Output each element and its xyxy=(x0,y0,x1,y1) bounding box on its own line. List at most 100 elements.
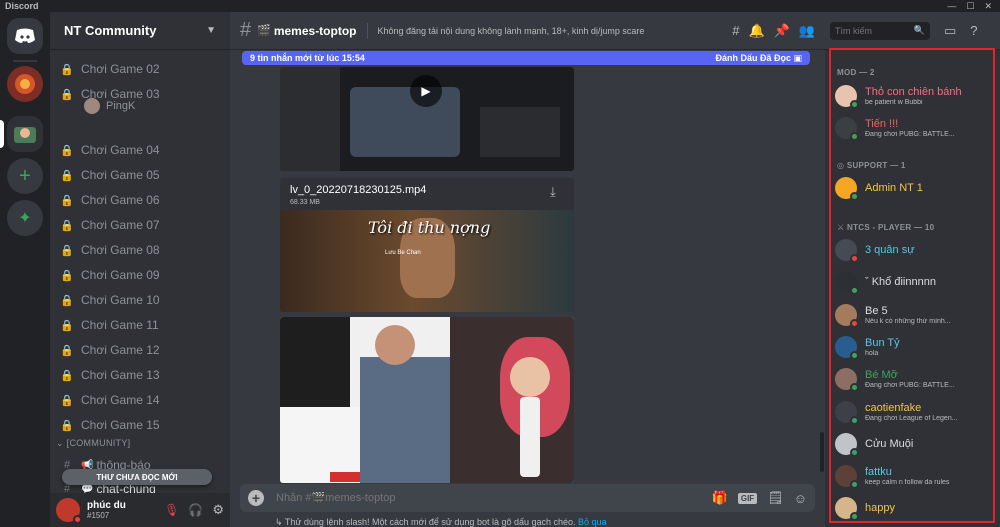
avatar xyxy=(835,497,859,521)
attachment-filename[interactable]: lv_0_20220718230125.mp4 xyxy=(290,184,426,196)
server-icon-nt-community[interactable] xyxy=(7,116,43,152)
channel-label: Chơi Game 04 xyxy=(81,143,160,157)
play-icon: ▶ xyxy=(421,84,431,98)
slash-icon: ↳ xyxy=(275,517,285,527)
video-caption: Lưu Be Chan xyxy=(385,250,421,256)
new-messages-text: 9 tin nhắn mới từ lúc 15:54 xyxy=(250,53,365,63)
channel-item[interactable]: 🔒 Chơi Game 02 xyxy=(60,58,222,80)
voice-user[interactable]: PingK xyxy=(84,95,230,117)
app-title: Discord xyxy=(5,1,39,11)
message-composer: + 🎁 GIF 🗒 ☺ xyxy=(240,484,815,512)
add-attachment-button[interactable]: + xyxy=(248,490,264,506)
channel-item[interactable]: 🔒 Chơi Game 10 xyxy=(60,289,222,311)
member-item[interactable]: Bun Tỷ hola xyxy=(835,333,990,361)
channel-item[interactable]: 🔒 Chơi Game 08 xyxy=(60,239,222,261)
channel-topic: Không đăng tải nội dung không lành mạnh,… xyxy=(377,25,645,36)
mic-muted-icon[interactable]: 🎙 xyxy=(164,503,179,517)
scrollbar[interactable] xyxy=(820,432,824,472)
server-list: + ✦ xyxy=(0,12,50,527)
unread-pill[interactable]: THƯ CHƯA ĐỌC MỚI xyxy=(62,469,212,485)
lock-icon: 🔒 xyxy=(60,219,74,232)
video-attachment[interactable]: lv_0_20220718230125.mp4 68.33 MB ⤓ Tôi đ… xyxy=(280,178,574,312)
channel-label: Chơi Game 11 xyxy=(81,318,159,332)
chevron-down-icon: ▼ xyxy=(206,25,216,36)
member-name: Cửu Muội xyxy=(865,437,914,450)
gear-icon[interactable]: ⚙ xyxy=(212,502,224,518)
home-button[interactable] xyxy=(7,18,43,54)
headphones-muted-icon[interactable]: 🎧 xyxy=(188,503,203,517)
inbox-icon[interactable]: ▭ xyxy=(944,23,956,39)
server-icon-1[interactable] xyxy=(7,66,43,102)
member-item[interactable]: Admin NT 1 xyxy=(835,174,990,202)
new-messages-bar[interactable]: 9 tin nhắn mới từ lúc 15:54 Đánh Dấu Đã … xyxy=(242,51,810,65)
gif-button[interactable]: GIF xyxy=(737,492,758,504)
emoji-icon[interactable]: ☺ xyxy=(794,491,807,506)
member-name: Bé Mỡ xyxy=(865,369,898,381)
add-server-button[interactable]: + xyxy=(7,158,43,194)
channel-item[interactable]: 🔒 Chơi Game 09 xyxy=(60,264,222,286)
mark-read-label[interactable]: Đánh Dấu Đã Đọc xyxy=(715,53,791,63)
explore-servers-button[interactable]: ✦ xyxy=(7,200,43,236)
chevron-down-icon: ⌄ xyxy=(56,438,67,448)
channel-item[interactable]: 🔒 Chơi Game 13 xyxy=(60,364,222,386)
compass-icon: ✦ xyxy=(18,210,32,227)
maximize-icon[interactable]: ☐ xyxy=(966,0,974,12)
lock-icon: 🔒 xyxy=(60,369,74,382)
search-input[interactable] xyxy=(835,25,914,36)
section-header-player: ⚔ NTCS - PLAYER — 10 xyxy=(837,223,934,232)
bell-icon[interactable]: 🔔 xyxy=(748,23,764,39)
avatar xyxy=(835,177,859,201)
channel-item[interactable]: 🔒 Chơi Game 12 xyxy=(60,339,222,361)
video-embed-1[interactable]: ▶ xyxy=(280,67,574,171)
member-name: ˇ Khổ điinnnnn xyxy=(865,275,936,288)
lock-icon: 🔒 xyxy=(60,319,74,332)
channel-item[interactable]: 🔒 Chơi Game 07 xyxy=(60,214,222,236)
member-item[interactable]: ˇ Khổ điinnnnn xyxy=(835,268,990,296)
channel-item[interactable]: 🔒 Chơi Game 06 xyxy=(60,189,222,211)
member-item[interactable]: Bé Mỡ Đang chơi PUBG: BATTLE... xyxy=(835,365,990,393)
search-box[interactable]: 🔍 xyxy=(830,21,930,40)
channel-item[interactable]: 🔒 Chơi Game 15 xyxy=(60,414,222,436)
pin-icon[interactable]: 📌 xyxy=(774,23,790,39)
member-item[interactable]: fattku keep calm n follow da rules xyxy=(835,462,990,490)
member-item[interactable]: Be 5 Nếu k có những thứ mình... xyxy=(835,301,990,329)
status-indicator xyxy=(850,286,859,295)
image-embed[interactable] xyxy=(280,317,574,483)
lock-icon: 🔒 xyxy=(60,394,74,407)
tip-text: Thử dùng lệnh slash! Một cách mới để sử … xyxy=(284,517,576,527)
play-button[interactable]: ▶ xyxy=(410,75,442,107)
channel-item[interactable]: 🔒 Chơi Game 11 xyxy=(60,314,222,336)
user-tag: #1507 xyxy=(87,511,110,520)
avatar[interactable] xyxy=(56,498,82,524)
member-item[interactable]: Cửu Muội xyxy=(835,430,990,458)
channel-item[interactable]: 🔒 Chơi Game 14 xyxy=(60,389,222,411)
lock-icon: 🔒 xyxy=(60,194,74,207)
status-indicator xyxy=(850,383,859,392)
server-header[interactable]: NT Community ▼ xyxy=(50,12,230,50)
lion-emblem-icon xyxy=(15,74,35,94)
message-input[interactable] xyxy=(276,492,712,504)
gift-icon[interactable]: 🎁 xyxy=(712,490,728,506)
member-item[interactable]: happy xyxy=(835,494,990,522)
channel-item[interactable]: 🔒 Chơi Game 05 xyxy=(60,164,222,186)
status-indicator xyxy=(850,100,859,109)
close-icon[interactable]: ✕ xyxy=(984,0,992,12)
channel-item[interactable]: 🔒 Chơi Game 04 xyxy=(60,139,222,161)
member-item[interactable]: caotienfake Đang chơi League of Legen... xyxy=(835,398,990,426)
download-icon[interactable]: ⤓ xyxy=(550,184,556,200)
video-thumbnail[interactable]: Tôi đi thu nợng Lưu Be Chan xyxy=(280,210,574,312)
crossed-swords-icon: ⚔ xyxy=(837,223,847,232)
skip-link[interactable]: Bỏ qua xyxy=(578,517,607,527)
member-item[interactable]: 3 quân sự xyxy=(835,236,990,264)
minimize-icon[interactable]: — xyxy=(947,0,956,12)
members-icon[interactable]: 👥 xyxy=(799,23,815,39)
member-item[interactable]: Thỏ con chiên bánh be patient w Bubbi xyxy=(835,82,990,110)
member-item[interactable]: Tiến !!! Đang chơi PUBG: BATTLE... xyxy=(835,114,990,142)
sticker-icon[interactable]: 🗒 xyxy=(767,490,784,506)
threads-icon[interactable]: # xyxy=(732,23,739,38)
help-icon[interactable]: ? xyxy=(970,23,977,38)
status-indicator xyxy=(850,512,859,521)
user-name: phúc du xyxy=(87,500,126,511)
category-header[interactable]: ⌄ [COMMUNITY] xyxy=(56,438,130,449)
attachment-size: 68.33 MB xyxy=(290,199,320,206)
